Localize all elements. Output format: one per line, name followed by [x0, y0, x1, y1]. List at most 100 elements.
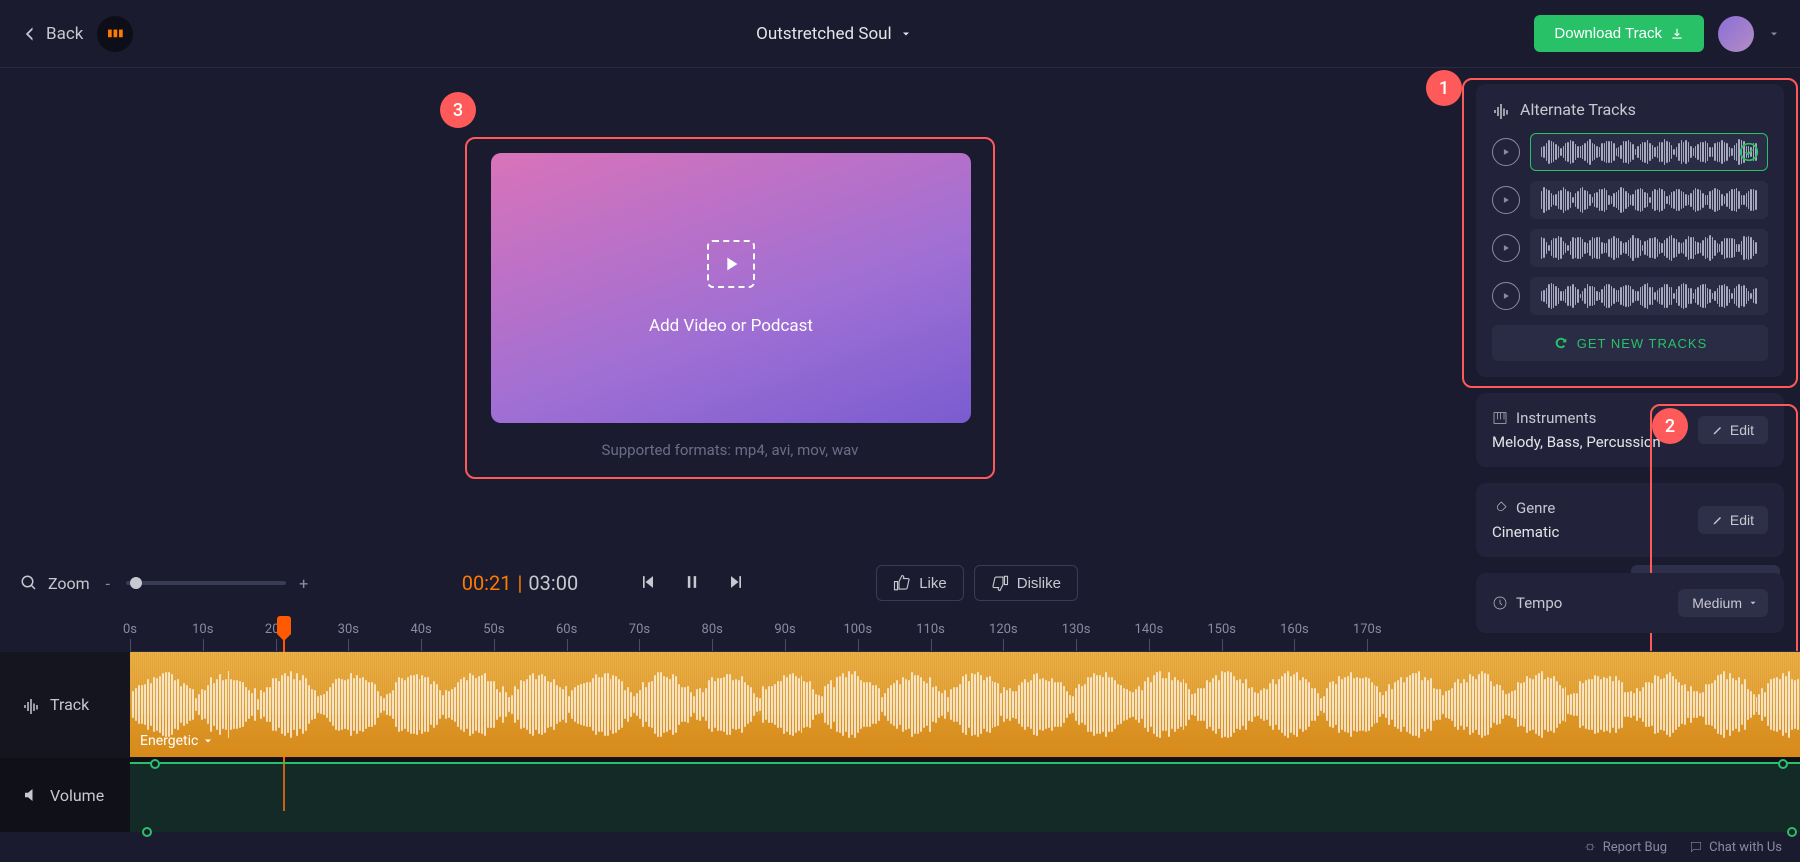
- genre-title: Genre: [1516, 499, 1555, 517]
- waveform-icon: [22, 696, 40, 714]
- drop-label: Add Video or Podcast: [649, 316, 813, 336]
- like-button[interactable]: Like: [876, 565, 964, 601]
- audio-clip[interactable]: Energetic: [130, 652, 1800, 757]
- callout-box-3: Add Video or Podcast Supported formats: …: [465, 137, 995, 479]
- ruler-label: 70s: [629, 622, 650, 637]
- app-logo[interactable]: ▮▮▮: [97, 16, 133, 52]
- ruler-label: 170s: [1353, 622, 1382, 637]
- clip-mood-selector[interactable]: Energetic: [140, 733, 214, 749]
- zoom-out-button[interactable]: -: [100, 574, 116, 593]
- header-left: Back ▮▮▮: [20, 16, 133, 52]
- download-icon: [1670, 27, 1684, 41]
- genre-panel: Genre Cinematic Edit: [1476, 483, 1784, 557]
- guitar-icon: [1492, 500, 1508, 516]
- play-alternate-button[interactable]: [1492, 138, 1520, 166]
- thumbs-down-icon: [991, 574, 1009, 592]
- audio-track-row: Track Energetic: [0, 652, 1800, 758]
- ruler-label: 30s: [338, 622, 359, 637]
- video-drop-zone[interactable]: Add Video or Podcast: [491, 153, 971, 423]
- alternate-track-row: [1492, 133, 1768, 171]
- project-title[interactable]: Outstretched Soul: [756, 24, 912, 44]
- alternate-track-waveform[interactable]: [1530, 277, 1768, 315]
- supported-formats: Supported formats: mp4, avi, mov, wav: [491, 441, 969, 459]
- preview-area: Add Video or Podcast Supported formats: …: [0, 68, 1460, 548]
- volume-point[interactable]: [1778, 759, 1788, 769]
- check-icon: [1739, 142, 1759, 162]
- chat-link[interactable]: Chat with Us: [1689, 840, 1782, 855]
- play-alternate-button[interactable]: [1492, 186, 1520, 214]
- ruler-label: 120s: [989, 622, 1018, 637]
- tempo-value: Medium: [1692, 595, 1742, 611]
- zoom-in-button[interactable]: +: [296, 574, 312, 593]
- account-menu-chevron-icon[interactable]: [1768, 28, 1780, 40]
- bug-icon: [1583, 840, 1597, 854]
- speaker-icon: [22, 786, 40, 804]
- back-label: Back: [46, 24, 83, 44]
- total-time: 03:00: [528, 571, 578, 595]
- right-sidebar: Alternate Tracks GET NEW TRACKS Instrume…: [1460, 68, 1800, 548]
- chevron-down-icon: [202, 735, 214, 747]
- avatar[interactable]: [1718, 16, 1754, 52]
- piano-icon: [1492, 410, 1508, 426]
- footer: Report Bug Chat with Us: [0, 832, 1800, 862]
- download-label: Download Track: [1554, 25, 1662, 42]
- zoom-slider-thumb[interactable]: [130, 577, 142, 589]
- pause-button[interactable]: [682, 572, 702, 595]
- back-button[interactable]: Back: [20, 24, 83, 44]
- instruments-value: Melody, Bass, Percussion: [1492, 433, 1661, 451]
- instruments-panel: Instruments Melody, Bass, Percussion Edi…: [1476, 393, 1784, 467]
- alternate-track-waveform[interactable]: [1530, 181, 1768, 219]
- zoom-slider[interactable]: [126, 581, 286, 585]
- alternate-track-row: [1492, 229, 1768, 267]
- chevron-down-icon: [900, 28, 912, 40]
- callout-badge-1: 1: [1426, 70, 1462, 106]
- callout-badge-2: 2: [1652, 408, 1688, 444]
- report-bug-link[interactable]: Report Bug: [1583, 840, 1667, 855]
- zoom-control: Zoom - +: [20, 574, 312, 593]
- ruler-label: 60s: [556, 622, 577, 637]
- ruler-label: 80s: [702, 622, 723, 637]
- instruments-title: Instruments: [1516, 409, 1596, 427]
- ruler-label: 130s: [1062, 622, 1091, 637]
- clock-icon: [1492, 595, 1508, 611]
- refresh-icon: [1553, 335, 1569, 351]
- ruler-label: 160s: [1280, 622, 1309, 637]
- ruler-label: 110s: [916, 622, 945, 637]
- chevron-down-icon: [1748, 598, 1758, 608]
- volume-label: Volume: [0, 758, 130, 832]
- timeline: 0s10s20s30s40s50s60s70s80s90s100s110s120…: [0, 618, 1800, 858]
- download-button[interactable]: Download Track: [1534, 15, 1704, 52]
- alternate-track-row: [1492, 277, 1768, 315]
- main-area: Add Video or Podcast Supported formats: …: [0, 68, 1800, 548]
- project-title-text: Outstretched Soul: [756, 24, 892, 44]
- feedback-group: Like Dislike: [876, 565, 1078, 601]
- alternate-track-row: [1492, 181, 1768, 219]
- ruler-label: 150s: [1207, 622, 1236, 637]
- time-display: 00:21 | 03:00: [462, 571, 579, 595]
- get-new-tracks-button[interactable]: GET NEW TRACKS: [1492, 325, 1768, 361]
- volume-automation[interactable]: [130, 758, 1800, 832]
- ruler-label: 50s: [483, 622, 504, 637]
- edit-genre-button[interactable]: Edit: [1698, 506, 1768, 534]
- play-alternate-button[interactable]: [1492, 234, 1520, 262]
- tempo-panel: Tempo Medium: [1476, 573, 1784, 633]
- alternate-track-waveform[interactable]: [1530, 133, 1768, 171]
- ruler-label: 10s: [192, 622, 213, 637]
- volume-point[interactable]: [150, 759, 160, 769]
- alternate-tracks-title: Alternate Tracks: [1520, 100, 1636, 119]
- skip-back-button[interactable]: [638, 572, 658, 595]
- alternate-tracks-header: Alternate Tracks: [1492, 100, 1768, 119]
- tempo-select[interactable]: Medium: [1678, 589, 1768, 617]
- edit-instruments-button[interactable]: Edit: [1698, 416, 1768, 444]
- ruler-label: 100s: [843, 622, 872, 637]
- ruler-label: 40s: [410, 622, 431, 637]
- track-content[interactable]: Energetic: [130, 652, 1800, 757]
- ruler-label: 0s: [123, 622, 137, 637]
- skip-forward-button[interactable]: [726, 572, 746, 595]
- arrow-left-icon: [20, 24, 40, 44]
- dislike-button[interactable]: Dislike: [974, 565, 1078, 601]
- play-alternate-button[interactable]: [1492, 282, 1520, 310]
- header-right: Download Track: [1534, 15, 1780, 52]
- search-icon: [20, 574, 38, 592]
- alternate-track-waveform[interactable]: [1530, 229, 1768, 267]
